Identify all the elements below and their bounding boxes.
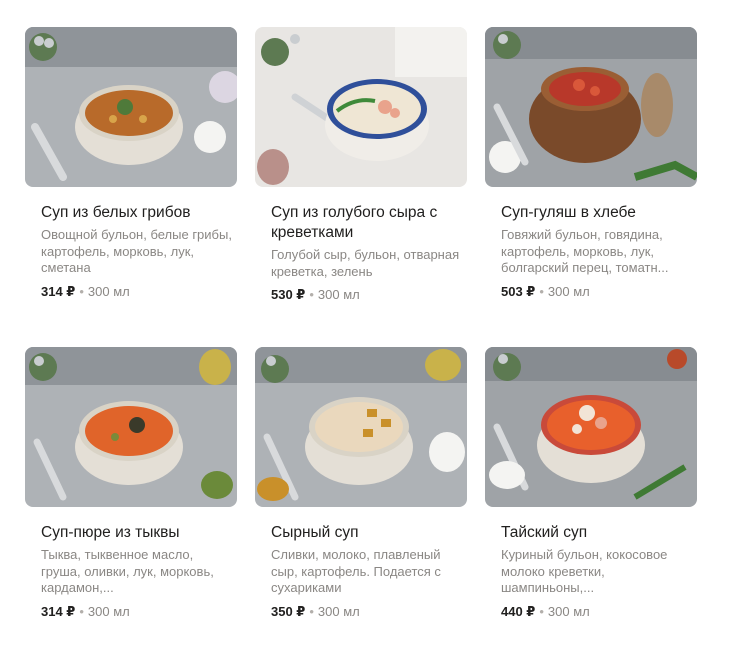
soup-bowl-icon: [255, 27, 467, 187]
item-name: Суп из белых грибов: [41, 204, 191, 221]
blue-cheese-soup-photo[interactable]: [255, 27, 467, 187]
price-line: 503 ₽ • 300 мл: [501, 283, 697, 300]
menu-item-card[interactable]: Сырный суп Сливки, молоко, плавленый сыр…: [255, 347, 467, 667]
price-line: 314 ₽ • 300 мл: [41, 283, 237, 300]
item-name: Суп-гуляш в хлебе: [501, 204, 636, 221]
item-price: 440 ₽: [501, 603, 536, 619]
separator-dot: •: [309, 287, 314, 302]
item-weight: 300 мл: [87, 603, 130, 619]
thai-soup-photo[interactable]: [485, 347, 697, 507]
item-description: Сливки, молоко, плавленый сыр, картофель…: [271, 547, 441, 595]
item-weight: 300 мл: [317, 287, 360, 302]
menu-grid: Суп из белых грибов Овощной бульон, белы…: [25, 27, 697, 667]
item-name: Сырный суп: [271, 524, 359, 541]
soup-bowl-icon: [25, 347, 237, 507]
item-name: Суп из голубого сыра с креветками: [271, 204, 438, 241]
menu-item-card[interactable]: Суп-гуляш в хлебе Говяжий бульон, говяди…: [485, 27, 697, 347]
soup-bowl-icon: [485, 27, 697, 187]
item-weight: 300 мл: [547, 283, 590, 299]
price-line: 314 ₽ • 300 мл: [41, 603, 237, 620]
goulash-bread-photo[interactable]: [485, 27, 697, 187]
item-description: Тыква, тыквенное масло, груша, оливки, л…: [41, 547, 214, 595]
separator-dot: •: [539, 283, 544, 299]
pumpkin-soup-photo[interactable]: [25, 347, 237, 507]
item-price: 503 ₽: [501, 283, 536, 299]
item-price: 314 ₽: [41, 603, 76, 619]
price-line: 350 ₽ • 300 мл: [271, 603, 467, 620]
item-weight: 300 мл: [87, 283, 130, 299]
item-name: Тайский суп: [501, 524, 588, 541]
separator-dot: •: [539, 603, 544, 619]
price-line: 440 ₽ • 300 мл: [501, 603, 697, 620]
item-price: 314 ₽: [41, 283, 76, 299]
menu-item-card[interactable]: Тайский суп Куриный бульон, кокосовое мо…: [485, 347, 697, 667]
mushroom-soup-photo[interactable]: [25, 27, 237, 187]
item-description: Овощной бульон, белые грибы, картофель, …: [41, 227, 232, 275]
item-description: Куриный бульон, кокосовое молоко креветк…: [501, 547, 668, 595]
price-line: 530 ₽ • 300 мл: [271, 286, 467, 303]
cheese-soup-photo[interactable]: [255, 347, 467, 507]
item-price: 350 ₽: [271, 603, 306, 619]
soup-bowl-icon: [255, 347, 467, 507]
separator-dot: •: [79, 603, 84, 619]
item-weight: 300 мл: [317, 603, 360, 619]
separator-dot: •: [79, 283, 84, 299]
soup-bowl-icon: [25, 27, 237, 187]
item-description: Говяжий бульон, говядина, картофель, мор…: [501, 227, 669, 275]
menu-item-card[interactable]: Суп из белых грибов Овощной бульон, белы…: [25, 27, 237, 347]
item-price: 530 ₽: [271, 287, 306, 302]
item-description: Голубой сыр, бульон, отварная креветка, …: [271, 247, 460, 279]
item-weight: 300 мл: [547, 603, 590, 619]
soup-bowl-icon: [485, 347, 697, 507]
separator-dot: •: [309, 603, 314, 619]
menu-item-card[interactable]: Суп-пюре из тыквы Тыква, тыквенное масло…: [25, 347, 237, 667]
item-name: Суп-пюре из тыквы: [41, 524, 180, 541]
menu-item-card[interactable]: Суп из голубого сыра с креветками Голубо…: [255, 27, 467, 347]
